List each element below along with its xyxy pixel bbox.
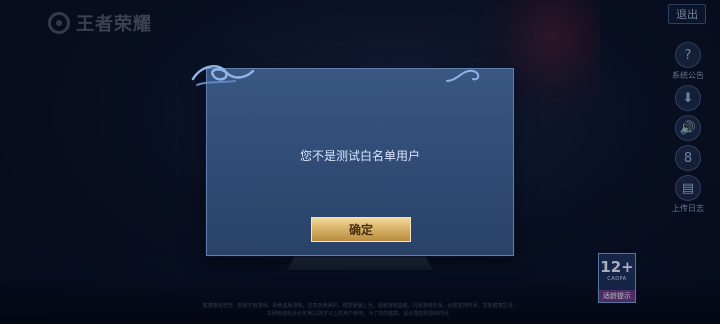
- confirm-button[interactable]: 确定: [311, 217, 411, 242]
- dialog-message: 您不是测试白名单用户: [299, 149, 420, 163]
- alert-dialog: 您不是测试白名单用户 确定: [191, 65, 514, 256]
- swirl-ornament-icon: [446, 69, 480, 82]
- swirl-ornament-icon: [191, 65, 255, 86]
